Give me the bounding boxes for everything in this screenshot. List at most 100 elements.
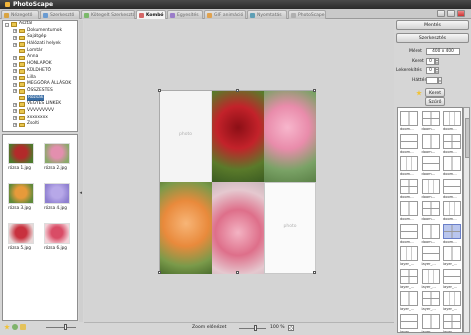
thumbnail[interactable]: rózsa 2.jpg (41, 143, 73, 173)
tree-item[interactable]: + HONLAPOK (3, 61, 77, 68)
tab-7[interactable]: Nyomtatás (247, 10, 287, 19)
layout-template[interactable]: layer_... (442, 313, 462, 332)
background-color-picker[interactable] (426, 77, 438, 84)
close-button[interactable] (457, 10, 465, 17)
layout-template[interactable]: doom... (399, 133, 419, 155)
tree-expander-icon[interactable]: + (13, 69, 17, 74)
layout-template[interactable]: doom... (421, 133, 441, 155)
tree-item[interactable]: + MEGGÖRA ÁLLÁSOK (3, 81, 77, 88)
layout-template[interactable]: doom... (442, 155, 462, 177)
rounding-field[interactable]: 0 (426, 67, 435, 74)
empty-photo-slot[interactable]: photo (160, 91, 212, 182)
tree-expander-icon[interactable]: + (13, 62, 17, 67)
tab-1[interactable]: Nézegető (1, 10, 39, 19)
layout-template[interactable]: layer_... (442, 268, 462, 290)
thumbnail[interactable]: rózsa 5.jpg (5, 223, 37, 253)
layout-template[interactable]: layer_... (421, 245, 441, 267)
resize-handle[interactable] (313, 89, 316, 92)
tab-5[interactable]: Egyesítés (167, 10, 203, 19)
layout-template[interactable]: doom... (399, 110, 419, 132)
fit-view-icon[interactable] (288, 325, 294, 331)
layout-scrollbar[interactable] (463, 107, 470, 333)
tree-item[interactable]: Lomtár (3, 48, 77, 55)
tree-item[interactable]: + VEGYES LINKEK (3, 101, 77, 108)
resize-handle[interactable] (236, 89, 239, 92)
maximize-button[interactable] (447, 10, 455, 17)
thumbnail-list[interactable]: rózsa 1.jpg rózsa 2.jpg rózsa 3.jpg rózsa 4… (2, 134, 78, 321)
layout-template[interactable]: doom... (421, 200, 441, 222)
layout-template[interactable]: layer_... (421, 268, 441, 290)
thumbnail[interactable]: rózsa 1.jpg (5, 143, 37, 173)
tree-expander-icon[interactable]: + (13, 55, 17, 60)
tab-2[interactable]: Szerkesztő (40, 10, 80, 19)
layout-template[interactable]: layer_... (421, 290, 441, 312)
layout-template[interactable]: layer_... (421, 313, 441, 332)
layout-template[interactable]: layer_... (442, 290, 462, 312)
tree-expander-icon[interactable]: + (13, 76, 17, 80)
frame-button[interactable]: Keret (425, 88, 445, 97)
tree-expander-icon[interactable]: + (13, 102, 17, 107)
thumbnail[interactable]: rózsa 4.jpg (41, 183, 73, 213)
tree-item[interactable]: - Asztal (3, 21, 77, 28)
layout-template[interactable]: doom... (421, 155, 441, 177)
resize-handle[interactable] (158, 271, 161, 274)
layout-template[interactable]: doom... (442, 110, 462, 132)
resize-handle[interactable] (313, 271, 316, 274)
layout-template[interactable]: layer_... (399, 245, 419, 267)
layout-template[interactable]: doom... (421, 110, 441, 132)
tab-3[interactable]: Kötegelt Szerkesztő (81, 10, 135, 19)
tree-item[interactable]: + KÜLDHETŐ (3, 68, 77, 75)
tree-expander-icon[interactable]: + (13, 116, 17, 121)
layout-template[interactable]: doom... (399, 223, 419, 245)
thumbnail[interactable]: rózsa 6.jpg (41, 223, 73, 253)
resize-handle[interactable] (158, 89, 161, 92)
thumbnail-size-slider[interactable] (64, 324, 67, 330)
layout-template[interactable]: doom... (442, 178, 462, 200)
folder-icon[interactable] (20, 324, 26, 330)
save-button[interactable]: Mentés (396, 20, 469, 30)
rounding-spinner[interactable]: ▴ ▾ (435, 67, 439, 74)
photo-slot-pink-rose[interactable] (264, 91, 316, 182)
layout-template-list[interactable]: doom... doom... doom... doom... doom... doom.… (397, 107, 463, 333)
layout-template[interactable]: doom... (442, 133, 462, 155)
layout-template[interactable]: doom... (399, 200, 419, 222)
layout-template[interactable]: layer_... (442, 245, 462, 267)
tree-item[interactable]: + Zsolti (3, 121, 77, 128)
tab-6[interactable]: GIF animáció (204, 10, 246, 19)
tree-item[interactable]: + VVVVVVVVV (3, 108, 77, 115)
panel-splitter[interactable]: ◂ (79, 20, 83, 322)
star-icon[interactable] (4, 324, 10, 330)
tree-expander-icon[interactable]: + (13, 35, 17, 40)
photo-slot-red-rose[interactable] (212, 91, 264, 182)
layout-template[interactable]: doom... (421, 178, 441, 200)
combo-canvas[interactable]: photo photo (158, 89, 316, 274)
frame-width-spinner[interactable]: ▴ ▾ (435, 58, 439, 65)
collapse-arrow-icon[interactable]: ◂ (80, 190, 83, 196)
tree-expander-icon[interactable]: + (13, 42, 17, 47)
folder-tree[interactable]: - Asztal + Dokumentumok + Sajátgép + Hálózati h… (2, 20, 78, 132)
tree-item[interactable]: + xxxxxxxx (3, 115, 77, 122)
tree-expander-icon[interactable]: - (5, 22, 9, 27)
size-field[interactable]: 400 x 400 (426, 48, 460, 55)
edit-button[interactable]: Szerkesztés (396, 33, 469, 43)
thumbnail[interactable]: rózsa 3.jpg (5, 183, 37, 213)
frame-width-field[interactable]: 0 (426, 58, 435, 65)
layout-template[interactable]: doom... (442, 223, 462, 245)
photo-slot-pink-rose-2[interactable] (212, 182, 264, 274)
layout-template[interactable]: layer_... (399, 268, 419, 290)
tab-8[interactable]: PhotoScape (288, 10, 326, 19)
empty-photo-slot-selected[interactable]: photo (264, 182, 316, 274)
layout-template[interactable]: doom... (399, 178, 419, 200)
tree-item[interactable]: + ÖSSZESTES (3, 88, 77, 95)
tree-expander-icon[interactable]: + (13, 122, 17, 127)
refresh-icon[interactable] (12, 324, 18, 330)
resize-handle[interactable] (236, 271, 239, 274)
chevron-down-icon[interactable]: ▾ (438, 77, 442, 84)
tab-4[interactable]: Kombó (136, 10, 166, 19)
star-icon[interactable] (416, 90, 422, 96)
tree-expander-icon[interactable]: + (13, 29, 17, 34)
tree-item[interactable]: + Hálózati helyek (3, 41, 77, 48)
layout-template[interactable]: layer_... (399, 290, 419, 312)
layout-template[interactable]: doom... (442, 200, 462, 222)
photo-slot-orange-rose[interactable] (160, 182, 212, 274)
